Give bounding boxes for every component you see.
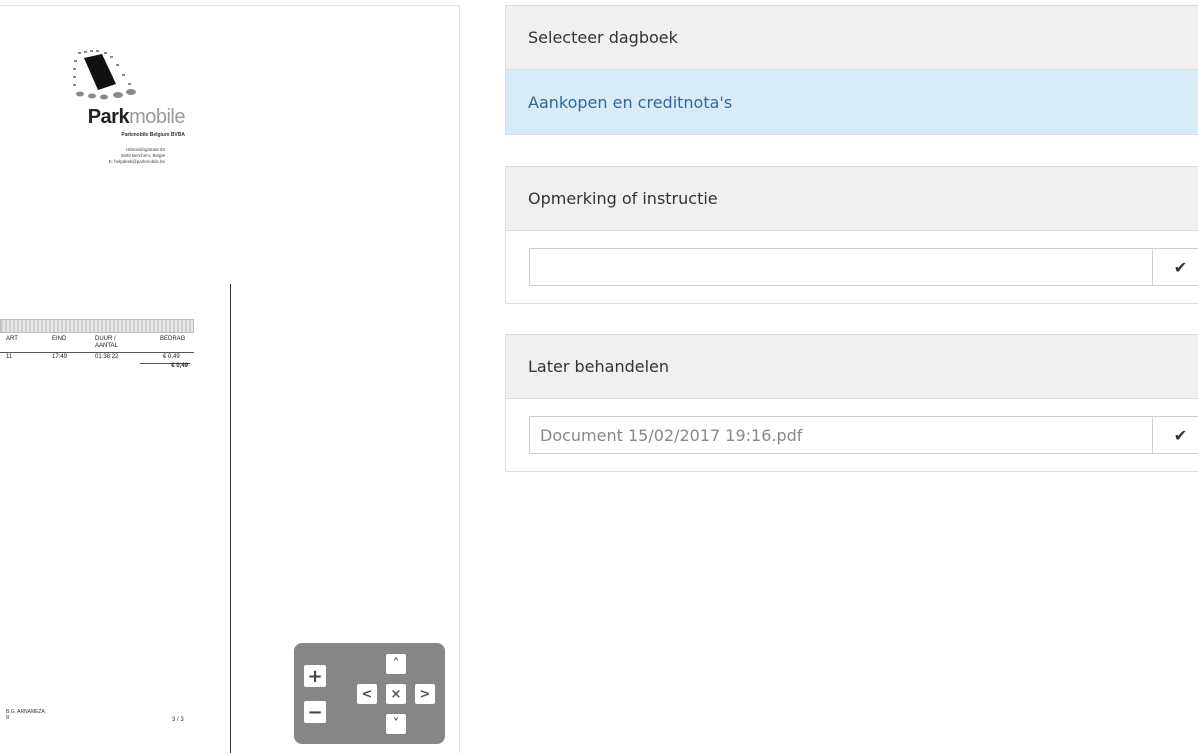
logo-text-bold: Park xyxy=(87,106,130,128)
chevron-up-icon: ˄ xyxy=(392,656,400,672)
table-header-cell: EIND xyxy=(52,336,67,342)
table-row: 11 17:49 01:38:22 € 0,49 xyxy=(0,353,194,363)
remark-input-group: ✔ xyxy=(529,248,1198,286)
journal-panel: Selecteer dagboek Aankopen en creditnota… xyxy=(505,5,1198,135)
minus-icon: − xyxy=(307,701,323,723)
journal-option-selected[interactable]: Aankopen en creditnota's xyxy=(506,70,1198,134)
chevron-left-icon: < xyxy=(361,686,373,702)
remark-panel-heading: Opmerking of instructie xyxy=(506,167,1198,231)
address-line: E: helpdesk@parkmobile.be xyxy=(108,159,165,164)
later-filename-input[interactable] xyxy=(530,417,1152,453)
logo-text-light: mobile xyxy=(129,106,185,128)
zoom-in-button[interactable]: + xyxy=(304,665,326,687)
later-panel: Later behandelen ✔ xyxy=(505,334,1198,472)
plus-icon: + xyxy=(307,665,323,687)
table-cell: 01:38:22 xyxy=(95,354,119,360)
document-preview: Parkmobile Parkmobile Belgium BVBA Uitbr… xyxy=(0,5,460,753)
receipt-table: ART EIND DUUR / AANTAL BEDRAG 11 17:49 0… xyxy=(0,319,194,373)
chevron-right-icon: > xyxy=(419,686,431,702)
remark-panel: Opmerking of instructie ✔ xyxy=(505,166,1198,304)
pan-right-button[interactable]: > xyxy=(415,684,435,704)
later-confirm-button[interactable]: ✔ xyxy=(1152,417,1198,453)
remark-input[interactable] xyxy=(530,249,1152,285)
viewer-navigation-panel: + − ˄ < × > ˅ xyxy=(294,643,445,744)
table-header-band xyxy=(0,319,194,333)
footer-line: R xyxy=(6,715,10,721)
later-panel-heading: Later behandelen xyxy=(506,335,1198,399)
table-cell: 11 xyxy=(6,354,13,360)
page-edge xyxy=(230,284,231,753)
remark-confirm-button[interactable]: ✔ xyxy=(1152,249,1198,285)
table-cell: € 0,49 xyxy=(163,354,180,360)
table-header-cell: DUUR / AANTAL xyxy=(95,336,118,349)
close-icon: × xyxy=(390,686,402,702)
page-indicator: 3 / 3 xyxy=(172,717,184,723)
table-header-cell: BEDRAG xyxy=(160,336,186,342)
table-total-row: € 0,49 xyxy=(0,363,194,373)
later-panel-body: ✔ xyxy=(506,399,1198,471)
parkmobile-logo-icon xyxy=(73,50,136,100)
check-icon: ✔ xyxy=(1173,425,1188,445)
pan-down-button[interactable]: ˅ xyxy=(386,714,406,734)
logo-wordmark: Parkmobile xyxy=(60,106,186,129)
company-address: Uitbreidingstraat 84 2600 Berchem, Belgi… xyxy=(60,147,165,165)
parkmobile-logo: Parkmobile Parkmobile Belgium BVBA Uitbr… xyxy=(60,46,185,176)
table-header-cell: ART xyxy=(6,336,18,342)
check-icon: ✔ xyxy=(1173,257,1188,277)
pan-left-button[interactable]: < xyxy=(357,684,377,704)
table-cell: 17:49 xyxy=(52,354,68,360)
journal-panel-heading: Selecteer dagboek xyxy=(506,6,1198,70)
table-header-row: ART EIND DUUR / AANTAL BEDRAG xyxy=(0,333,194,353)
document-footer: B.G. ARNAMEZA R xyxy=(6,709,45,721)
footer-line: B.G. ARNAMEZA xyxy=(6,709,45,715)
reset-view-button[interactable]: × xyxy=(386,684,406,704)
zoom-out-button[interactable]: − xyxy=(304,701,326,723)
chevron-down-icon: ˅ xyxy=(392,716,400,732)
later-input-group: ✔ xyxy=(529,416,1198,454)
company-name: Parkmobile Belgium BVBA xyxy=(121,132,185,138)
pan-up-button[interactable]: ˄ xyxy=(386,654,406,674)
remark-panel-body: ✔ xyxy=(506,231,1198,303)
table-total: € 0,49 xyxy=(171,363,188,369)
